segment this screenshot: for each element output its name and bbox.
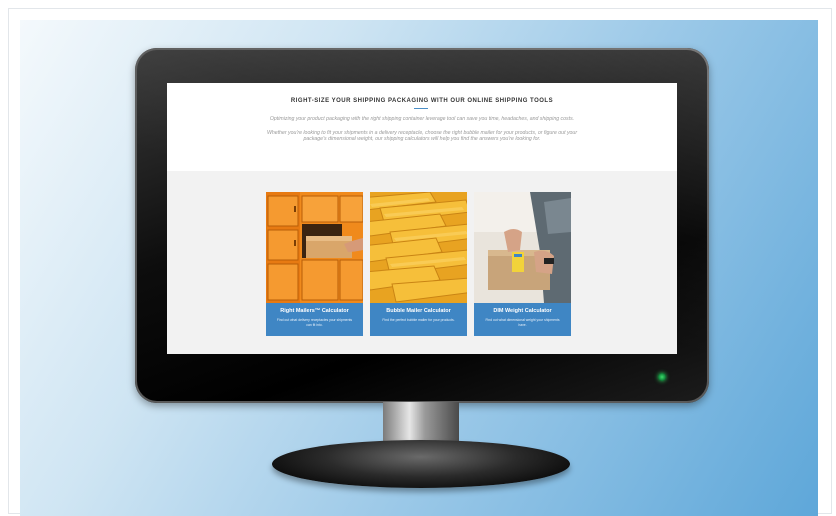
bubble-mailers-photo — [370, 192, 467, 303]
title-underline — [414, 108, 428, 109]
card-description: Find the perfect bubble mailer for your … — [382, 318, 455, 322]
delivery-lockers-photo — [266, 192, 363, 303]
right-mailers-card[interactable]: Right Mailers™ Calculator Find out what … — [266, 192, 363, 336]
power-indicator-icon — [658, 373, 666, 381]
intro-text: Optimizing your product packaging with t… — [269, 116, 575, 122]
bubble-mailer-card[interactable]: Bubble Mailer Calculator Find the perfec… — [370, 192, 467, 336]
card-caption: DIM Weight Calculator Find out what dime… — [474, 303, 571, 336]
card-caption: Bubble Mailer Calculator Find the perfec… — [370, 303, 467, 336]
card-description: Find out what dimensional weight your sh… — [485, 318, 560, 327]
card-title[interactable]: Right Mailers™ Calculator — [266, 308, 363, 314]
intro-section: RIGHT-SIZE YOUR SHIPPING PACKAGING WITH … — [167, 83, 677, 171]
monitor-screen: RIGHT-SIZE YOUR SHIPPING PACKAGING WITH … — [167, 83, 677, 354]
card-title[interactable]: Bubble Mailer Calculator — [370, 308, 467, 314]
card-title[interactable]: DIM Weight Calculator — [474, 308, 571, 314]
dim-weight-card[interactable]: DIM Weight Calculator Find out what dime… — [474, 192, 571, 336]
card-caption: Right Mailers™ Calculator Find out what … — [266, 303, 363, 336]
body-text: Whether you're looking to fit your shipm… — [266, 130, 578, 142]
card-description: Find out what delivery receptacles your … — [276, 318, 353, 327]
monitor-stand-base — [272, 440, 570, 488]
package-measuring-photo — [474, 192, 571, 303]
page-title: RIGHT-SIZE YOUR SHIPPING PACKAGING WITH … — [290, 98, 554, 104]
